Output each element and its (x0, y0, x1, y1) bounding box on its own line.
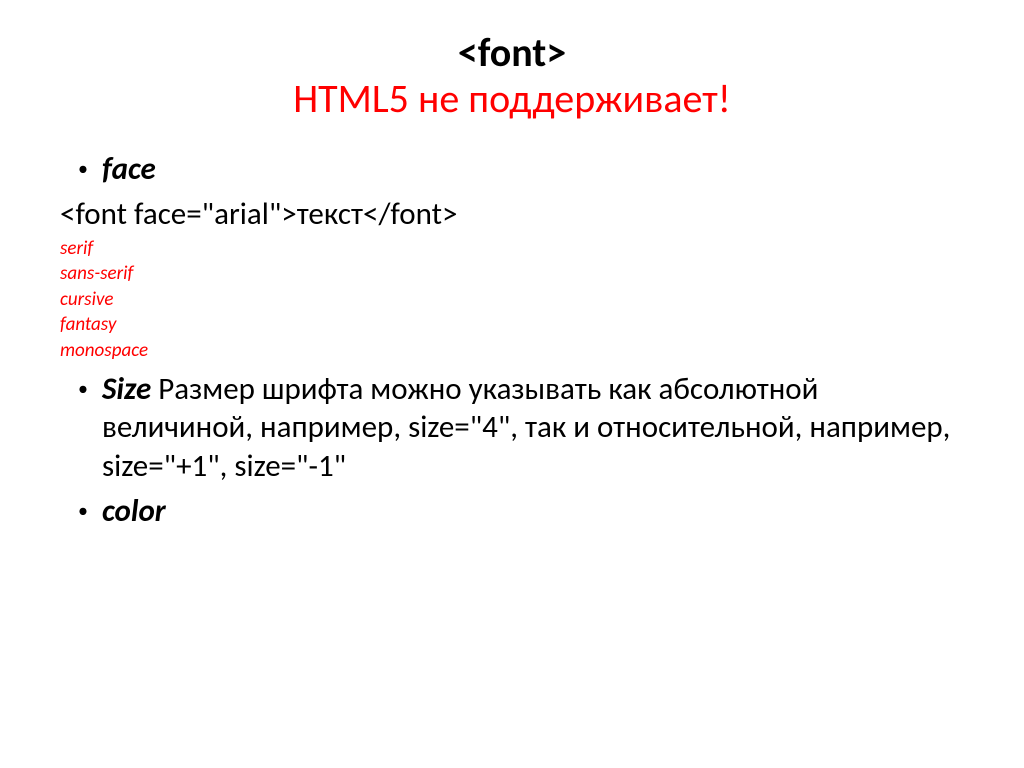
slide-body: • face <font face="arial">текст</font> s… (60, 150, 964, 531)
slide-title: <font> HTML5 не поддерживает! (60, 30, 964, 122)
bullet-dot-icon: • (78, 492, 102, 530)
bullet-color-label: color (102, 492, 964, 531)
bullet-color: • color (78, 492, 964, 531)
font-family-fantasy: fantasy (60, 312, 964, 338)
bullet-size: • Size Размер шрифта можно указывать как… (78, 370, 964, 486)
bullet-dot-icon: • (78, 150, 102, 188)
font-family-cursive: cursive (60, 287, 964, 313)
font-family-list: serif sans-serif cursive fantasy monospa… (60, 236, 964, 364)
title-line-2: HTML5 не поддерживает! (60, 76, 964, 122)
bullet-size-text: Size Размер шрифта можно указывать как а… (102, 370, 964, 486)
bullet-size-label: Size (102, 370, 151, 408)
slide: <font> HTML5 не поддерживает! • face <fo… (0, 0, 1024, 768)
bullet-size-description: Размер шрифта можно указывать как абсолю… (102, 370, 950, 486)
font-family-sans-serif: sans-serif (60, 261, 964, 287)
bullet-face: • face (78, 150, 964, 189)
title-line-1: <font> (60, 30, 964, 76)
face-code-example: <font face="arial">текст</font> (60, 195, 964, 234)
font-family-serif: serif (60, 236, 964, 262)
bullet-dot-icon: • (78, 370, 102, 408)
font-family-monospace: monospace (60, 338, 964, 364)
bullet-face-label: face (102, 150, 964, 189)
